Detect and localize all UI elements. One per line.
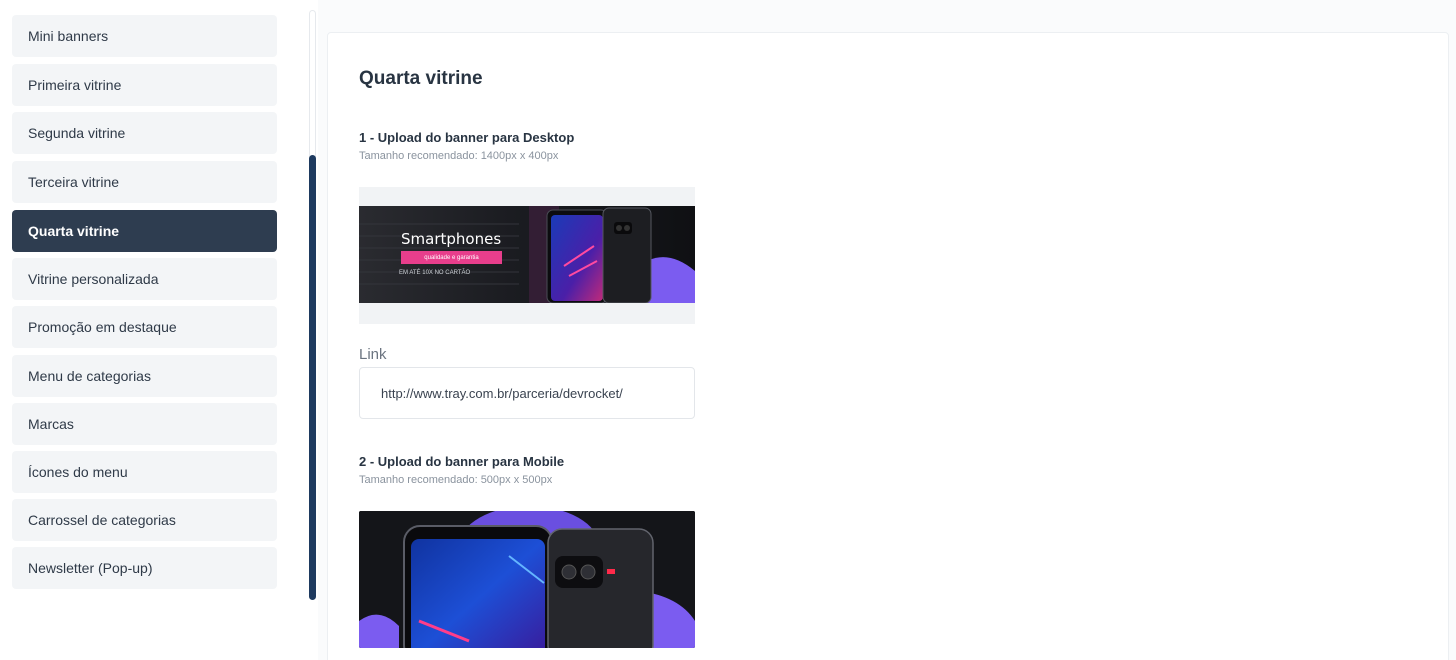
- mobile-upload-hint: Tamanho recomendado: 500px x 500px: [359, 474, 553, 486]
- sidebar-item-newsletter-popup[interactable]: Newsletter (Pop-up): [12, 547, 277, 589]
- sidebar-item-label: Newsletter (Pop-up): [28, 560, 153, 576]
- link-label: Link: [359, 346, 387, 363]
- sidebar-item-menu-de-categorias[interactable]: Menu de categorias: [12, 355, 277, 397]
- sidebar-item-label: Vitrine personalizada: [28, 271, 159, 287]
- desktop-banner-image[interactable]: Smartphones qualidade e garantia EM ATÉ …: [359, 206, 695, 303]
- sidebar-item-segunda-vitrine[interactable]: Segunda vitrine: [12, 112, 277, 154]
- desktop-banner-tag: qualidade e garantia: [401, 251, 502, 264]
- sidebar-item-label: Segunda vitrine: [28, 125, 126, 141]
- sidebar-item-terceira-vitrine[interactable]: Terceira vitrine: [12, 161, 277, 203]
- sidebar-item-label: Primeira vitrine: [28, 77, 122, 93]
- mobile-banner-artwork: [359, 511, 695, 648]
- mobile-upload-heading: 2 - Upload do banner para Mobile: [359, 454, 565, 469]
- desktop-upload-hint: Tamanho recomendado: 1400px x 400px: [359, 150, 559, 162]
- sidebar-item-marcas[interactable]: Marcas: [12, 403, 277, 445]
- sidebar-scrollbar-thumb[interactable]: [309, 155, 316, 600]
- sidebar-item-icones-do-menu[interactable]: Ícones do menu: [12, 451, 277, 493]
- sidebar-item-label: Ícones do menu: [28, 464, 128, 480]
- desktop-banner-title: Smartphones: [401, 230, 502, 248]
- sidebar-item-label: Carrossel de categorias: [28, 512, 176, 528]
- desktop-upload-heading: 1 - Upload do banner para Desktop: [359, 130, 575, 145]
- sidebar-item-mini-banners[interactable]: Mini banners: [12, 15, 277, 57]
- sidebar-item-quarta-vitrine[interactable]: Quarta vitrine: [12, 210, 277, 252]
- sidebar-item-label: Marcas: [28, 416, 74, 432]
- sidebar-item-vitrine-personalizada[interactable]: Vitrine personalizada: [12, 258, 277, 300]
- sidebar-item-primeira-vitrine[interactable]: Primeira vitrine: [12, 64, 277, 106]
- sidebar-item-label: Mini banners: [28, 28, 109, 44]
- sidebar-item-label: Quarta vitrine: [28, 223, 120, 239]
- desktop-banner-subtitle: EM ATÉ 10X NO CARTÃO: [399, 270, 471, 276]
- sidebar-item-label: Menu de categorias: [28, 368, 151, 384]
- link-input[interactable]: [359, 367, 695, 419]
- sidebar-item-label: Terceira vitrine: [28, 174, 120, 190]
- sidebar-item-promocao-em-destaque[interactable]: Promoção em destaque: [12, 306, 277, 348]
- page-title: Quarta vitrine: [359, 68, 483, 89]
- sidebar-item-label: Promoção em destaque: [28, 319, 177, 335]
- sidebar: Mini banners Primeira vitrine Segunda vi…: [0, 0, 290, 660]
- mobile-banner-image[interactable]: [359, 511, 695, 648]
- sidebar-item-carrossel-de-categorias[interactable]: Carrossel de categorias: [12, 499, 277, 541]
